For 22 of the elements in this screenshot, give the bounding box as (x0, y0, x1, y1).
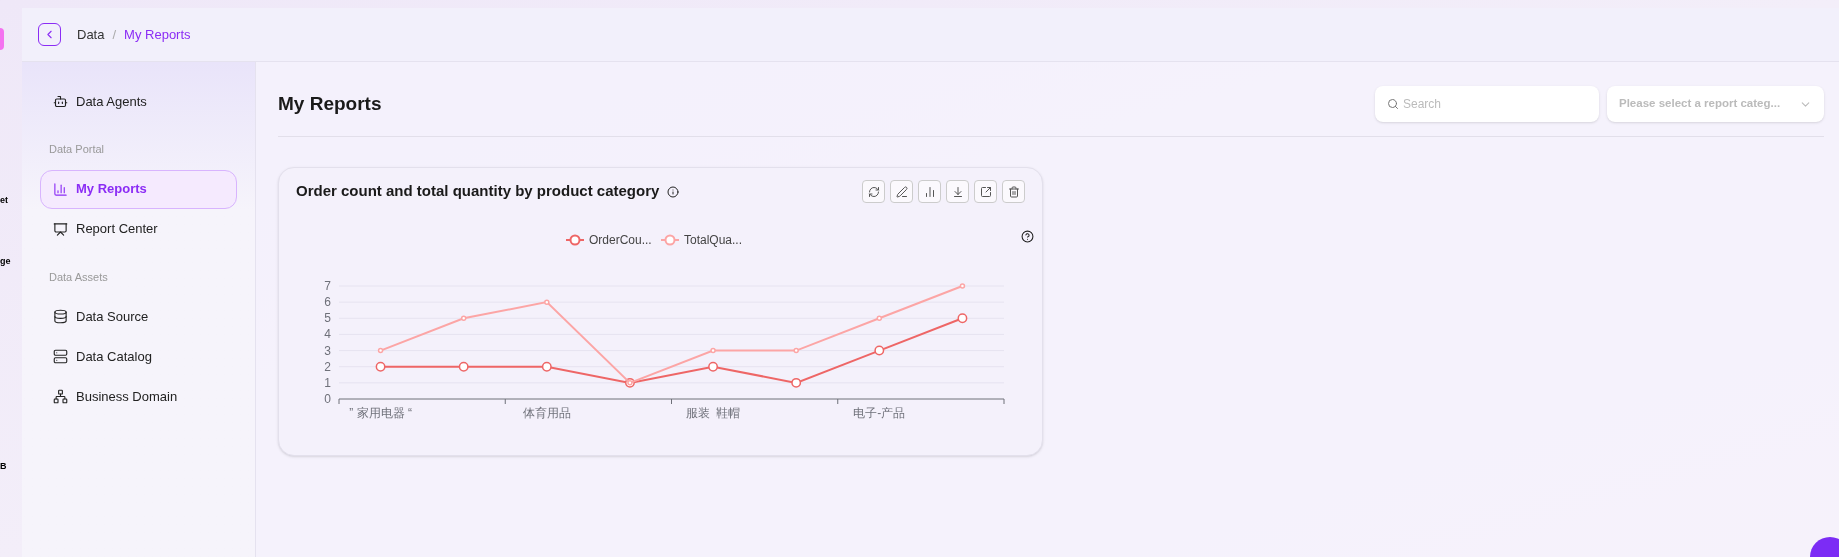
legend-label: TotalQua... (684, 233, 743, 247)
axis-label: 0 (324, 392, 331, 406)
axis-label: 6 (324, 295, 331, 310)
nav-label: ge (0, 257, 11, 266)
page-title: My Reports (278, 91, 382, 116)
axis-label: 电子-产品 (853, 406, 906, 420)
axis-label: 7 (324, 279, 331, 293)
axis-label: 服装 鞋帽 (685, 406, 741, 420)
axis-label: ” 家用电器 “ (349, 406, 412, 420)
section-heading: Data Assets (48, 269, 109, 285)
axis-label: 体育用品 (522, 406, 571, 420)
axis-label: 3 (324, 343, 331, 358)
axis-label: 4 (324, 327, 331, 342)
axis-label: 5 (324, 311, 331, 326)
card-title: Order count and total quantity by product category (296, 181, 660, 202)
section-heading: Data Portal (48, 142, 106, 157)
nav-label: B (0, 462, 7, 471)
breadcrumb-separator: / (112, 25, 117, 44)
axis-label: 2 (324, 359, 331, 374)
legend-label: OrderCou... (589, 233, 652, 247)
nav-label: et (0, 196, 8, 205)
axis-label: 1 (324, 375, 331, 390)
